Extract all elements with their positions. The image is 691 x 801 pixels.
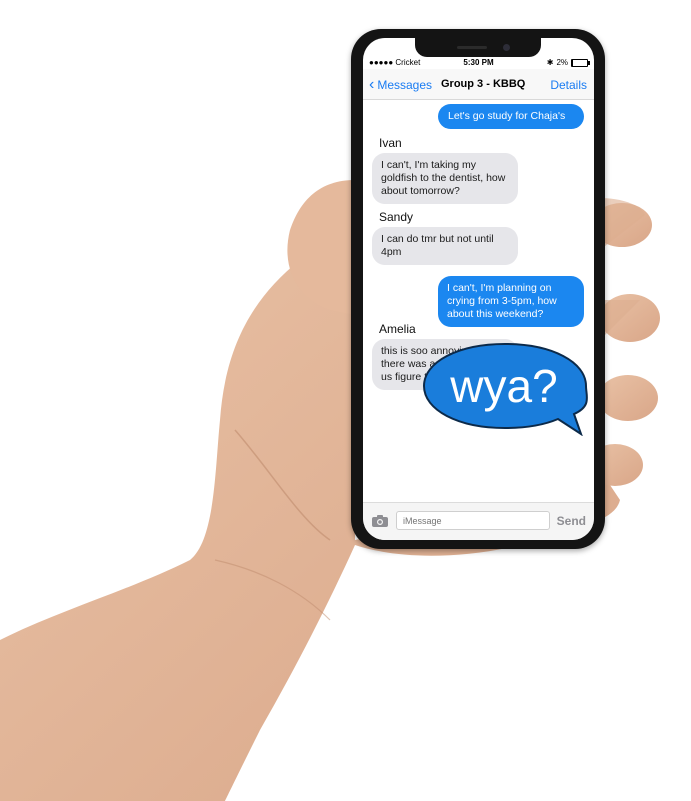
battery-percent: 2%: [556, 58, 568, 67]
status-right: ✱ 2%: [546, 58, 590, 67]
message-list: Let's go study for Chaja's Ivan I can't,…: [363, 100, 594, 502]
back-button[interactable]: ‹ Messages: [369, 76, 433, 93]
send-button[interactable]: Send: [557, 514, 586, 528]
message-bubble-incoming[interactable]: I can't, I'm taking my goldfish to the d…: [372, 153, 518, 204]
phone-screen: ●●●●● Cricket 5:30 PM ✱ 2% ‹ Messages Gr…: [363, 38, 594, 540]
message-bubble-outgoing[interactable]: Let's go study for Chaja's: [438, 104, 584, 129]
bluetooth-icon: ✱: [546, 58, 554, 67]
compose-bar: Send: [363, 502, 594, 540]
message-bubble-outgoing[interactable]: I can't, I'm planning on crying from 3-5…: [438, 276, 584, 327]
front-camera-icon: [503, 44, 510, 51]
sender-name: Ivan: [379, 136, 402, 150]
back-label: Messages: [377, 78, 433, 92]
details-button[interactable]: Details: [550, 78, 587, 92]
conversation-header: ‹ Messages Group 3 - KBBQ Details: [363, 69, 594, 100]
message-input[interactable]: [396, 511, 550, 530]
phone-notch: [415, 38, 541, 57]
sender-name: Sandy: [379, 210, 414, 224]
conversation-title: Group 3 - KBBQ: [441, 78, 526, 90]
phone: ●●●●● Cricket 5:30 PM ✱ 2% ‹ Messages Gr…: [351, 29, 605, 549]
message-bubble-incoming[interactable]: I can do tmr but not until 4pm: [372, 227, 518, 265]
sender-name: Amelia: [379, 322, 416, 336]
battery-icon: [571, 58, 590, 67]
chevron-left-icon: ‹: [369, 76, 375, 93]
speaker-icon: [457, 46, 487, 49]
camera-icon[interactable]: [371, 514, 389, 528]
status-bar: ●●●●● Cricket 5:30 PM ✱ 2%: [363, 57, 594, 69]
large-message-text: wya?: [449, 360, 557, 412]
message-bubble-large[interactable]: wya?: [418, 340, 592, 436]
